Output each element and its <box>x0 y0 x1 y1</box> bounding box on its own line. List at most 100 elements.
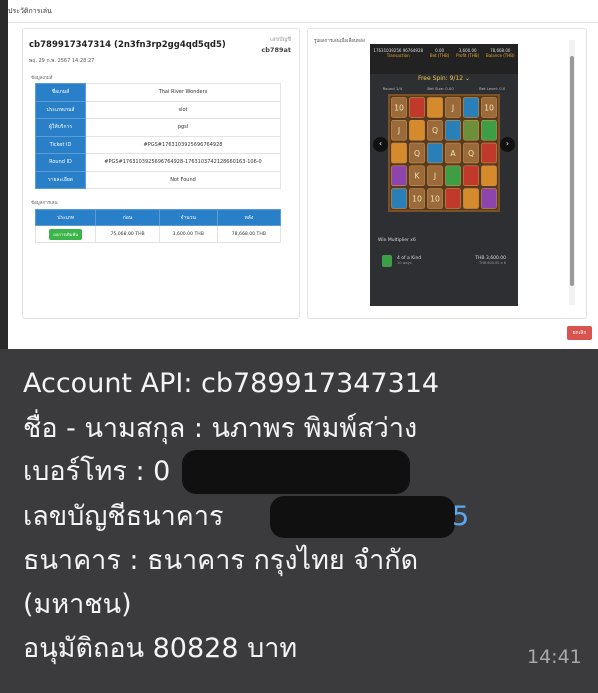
reel-cell: Q <box>427 120 443 141</box>
info-key: Ticket ID <box>35 135 86 154</box>
trx-header: ประเภท <box>34 209 97 226</box>
reel-cell <box>391 188 407 209</box>
table-row: ผลการเดิมพัน 75,068.00 THB 3,600.00 THB 78,… <box>34 225 282 243</box>
status-badge: ผลการเดิมพัน <box>49 228 83 240</box>
trx-header: หลัง <box>216 209 282 226</box>
trx-before-cell: 75,068.00 THB <box>95 225 160 243</box>
msg-bank-account: เลขบัญชีธนาคาร <box>23 501 224 532</box>
win-amount: THB 3,600.00 THB 600.00 x 6 <box>475 256 506 265</box>
slot-reels: 10JQK10QJ10JA Q10 <box>388 94 500 212</box>
reel-cell <box>463 97 479 118</box>
game-stat-label: Profit (THB) <box>456 53 480 58</box>
info-value: slot <box>85 100 281 119</box>
reel-cell <box>427 97 443 118</box>
trx-after-cell: 78,668.00 THB <box>216 225 282 243</box>
game-stat: 3,600.00 Profit (THB) <box>456 48 479 58</box>
info-value: #PGS#1763103925696764928 <box>85 135 281 154</box>
info-row: ประเภทเกมส์ slot <box>35 100 281 119</box>
info-value: Not Found <box>85 170 281 189</box>
game-stat: 17631039256 96764928 Transaction <box>373 48 423 58</box>
round-info-row: Round 1/4 Bet Size: 0.00 Bet Level: 0.0 <box>370 86 518 91</box>
info-key: ชื่อเกมส์ <box>35 83 86 102</box>
account-label: เลขบัญชี <box>270 37 291 43</box>
msg-bank-suffix: (มหาชน) <box>23 589 132 620</box>
info-key: รายละเอียด <box>35 170 86 189</box>
reel-symbol: Q <box>414 149 420 158</box>
reel-symbol: Q <box>432 126 438 135</box>
reel-cell <box>445 120 461 141</box>
reel-cell <box>481 120 497 141</box>
info-row: Round ID #PGS#1763103925696764928-1763103… <box>35 153 281 172</box>
reel-cell: Q <box>409 142 425 164</box>
reel-symbol: 10 <box>394 103 404 112</box>
msg-withdraw-approved: อนุมัติถอน 80828 บาท <box>23 633 298 664</box>
reel-cell: J <box>427 165 443 186</box>
reel-cell: 10 <box>427 188 443 209</box>
info-row: ชื่อเกมส์ Thai River Wonders <box>35 83 281 102</box>
win-kind: 4 of a Kind 10 ways <box>397 256 422 265</box>
msg-account-api: Account API: cb789917347314 <box>23 368 440 399</box>
reel-symbol: Q <box>468 149 474 158</box>
trx-type-cell: ผลการเดิมพัน <box>34 225 97 243</box>
reel-cell <box>391 165 407 186</box>
reel-cell <box>391 142 407 164</box>
reel-cell <box>481 188 497 209</box>
trx-header: ก่อน <box>95 209 160 226</box>
result-image-label: รูปผลการเล่นเมื่อเลื่อนหลัง <box>314 39 365 44</box>
prev-arrow-icon[interactable]: ‹ <box>373 137 388 152</box>
reel-cell <box>445 165 461 186</box>
reel-symbol: 10 <box>412 194 422 203</box>
info-key: Round ID <box>35 153 86 172</box>
section-game-info: ข้อมูลเกมส์ <box>31 76 53 81</box>
info-value: #PGS#1763103925696764928-176310374212866… <box>85 153 281 172</box>
reel-symbol: A <box>450 149 456 158</box>
reel-symbol: 10 <box>430 194 440 203</box>
msg-phone: เบอร์โทร : 0 <box>23 456 171 487</box>
reel-cell: Q <box>463 142 479 164</box>
reel-cell: J <box>391 120 407 141</box>
transaction-table: ประเภท ก่อน จำนวน หลัง ผลการเดิมพัน 75,068.0… <box>34 209 282 243</box>
message-timestamp: 14:41 <box>527 646 582 668</box>
reel-cell <box>463 188 479 209</box>
next-arrow-icon[interactable]: › <box>500 137 515 152</box>
reel-symbol: J <box>397 126 400 135</box>
game-stat-label: Balance (THB) <box>485 53 515 58</box>
reel-cell: K <box>409 165 425 186</box>
history-modal: ประวัติการเล่น cb789917347314 (2n3fn3rp2… <box>0 0 598 349</box>
redaction-account <box>270 496 455 538</box>
round-info-label: Bet Size: 0.00 <box>427 86 454 91</box>
msg-full-name: ชื่อ - นามสกุล : นภาพร พิมพ์สว่าง <box>23 413 418 444</box>
reel-cell: J <box>445 97 461 118</box>
reel-cell: 10 <box>391 97 407 118</box>
account-short: cb789at <box>261 46 291 54</box>
reel-cell: 10 <box>409 188 425 209</box>
screen: ประวัติการเล่น cb789917347314 (2n3fn3rp2… <box>0 0 598 693</box>
game-stat: 78,668.00 Balance (THB) <box>486 48 515 58</box>
round-info-label: Bet Level: 0.0 <box>479 86 506 91</box>
reel-cell <box>409 120 425 141</box>
game-stats-bar: 17631039256 96764928 Transaction 0.00 Bet (… <box>370 44 518 74</box>
section-transaction: ข้อมูลการเล่น <box>31 201 58 206</box>
info-row: Ticket ID #PGS#1763103925696764928 <box>35 135 281 154</box>
scrollbar-thumb[interactable] <box>570 56 574 286</box>
trx-header: จำนวน <box>158 209 218 226</box>
game-stat: 0.00 Bet (THB) <box>430 48 449 58</box>
win-multiplier: Win Multiplier x6 <box>378 238 416 243</box>
reel-cell <box>445 188 461 209</box>
reel-symbol: J <box>451 103 454 112</box>
info-row: ผู้ให้บริการ pgsl <box>35 118 281 137</box>
info-key: ผู้ให้บริการ <box>35 118 86 137</box>
details-panel: cb789917347314 (2n3fn3rp2gg4qd5qd5) พฤ, … <box>22 28 300 319</box>
reel-cell <box>463 120 479 141</box>
reel-symbol: 10 <box>484 103 494 112</box>
result-image-panel: รูปผลการเล่นเมื่อเลื่อนหลัง 17631039256 … <box>307 28 587 319</box>
close-button[interactable]: ยกเลิก <box>567 326 592 340</box>
game-stat-label: Transaction <box>386 53 410 58</box>
reel-symbol: J <box>433 172 436 181</box>
win-detail-row: 4 of a Kind 10 ways THB 3,600.00 THB 600.0… <box>382 250 506 272</box>
modal-title: ประวัติการเล่น <box>8 7 52 15</box>
info-key: ประเภทเกมส์ <box>35 100 86 119</box>
game-stat-label: Bet (THB) <box>429 53 450 58</box>
reel-cell: 10 <box>481 97 497 118</box>
reel-cell <box>427 142 443 164</box>
